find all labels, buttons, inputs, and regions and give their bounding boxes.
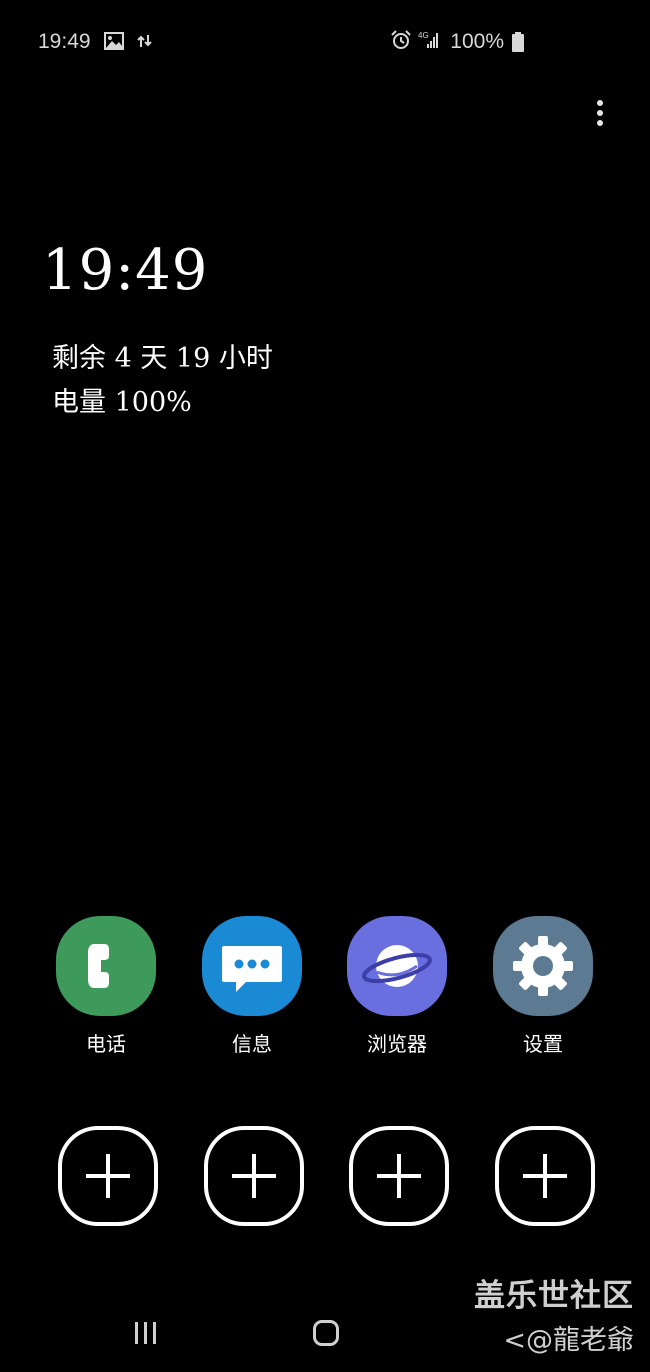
app-messages-label: 信息	[232, 1032, 272, 1056]
app-messages[interactable]: 信息	[192, 916, 312, 1057]
plus-icon	[232, 1154, 276, 1198]
plus-icon	[377, 1154, 421, 1198]
app-settings[interactable]: 设置	[483, 916, 603, 1057]
aod-battery-level: 电量 100%	[52, 387, 192, 418]
battery-icon	[512, 32, 524, 56]
app-phone-label: 电话	[86, 1032, 126, 1056]
4g-signal-icon: 4G	[418, 30, 446, 54]
watermark-author: <@龍老爺	[503, 1325, 634, 1356]
data-transfer-icon	[136, 33, 154, 53]
gallery-icon	[104, 32, 124, 54]
gear-icon	[493, 916, 593, 1016]
add-shortcut-button[interactable]	[204, 1126, 304, 1226]
app-settings-label: 设置	[523, 1032, 563, 1056]
plus-icon	[523, 1154, 567, 1198]
add-shortcut-button[interactable]	[58, 1126, 158, 1226]
watermark-community: 盖乐世社区	[474, 1278, 634, 1314]
phone-icon	[56, 916, 156, 1016]
aod-clock: 19:49	[42, 238, 209, 303]
app-browser[interactable]: 浏览器	[337, 916, 457, 1057]
app-phone[interactable]: 电话	[46, 916, 166, 1057]
planet-icon	[347, 916, 447, 1016]
battery-percent: 100%	[450, 30, 504, 53]
alarm-icon	[390, 30, 418, 54]
message-icon	[202, 916, 302, 1016]
add-shortcut-button[interactable]	[349, 1126, 449, 1226]
recents-icon[interactable]	[131, 1320, 161, 1346]
status-bar: 19:49 4G 100%	[0, 28, 650, 58]
home-icon[interactable]	[313, 1320, 339, 1346]
aod-remaining-time: 剩余 4 天 19 小时	[52, 343, 273, 374]
svg-text:4G: 4G	[418, 31, 429, 40]
status-time: 19:49	[38, 30, 91, 53]
more-vert-icon[interactable]	[590, 98, 610, 132]
add-shortcut-button[interactable]	[495, 1126, 595, 1226]
plus-icon	[86, 1154, 130, 1198]
app-browser-label: 浏览器	[367, 1032, 427, 1056]
